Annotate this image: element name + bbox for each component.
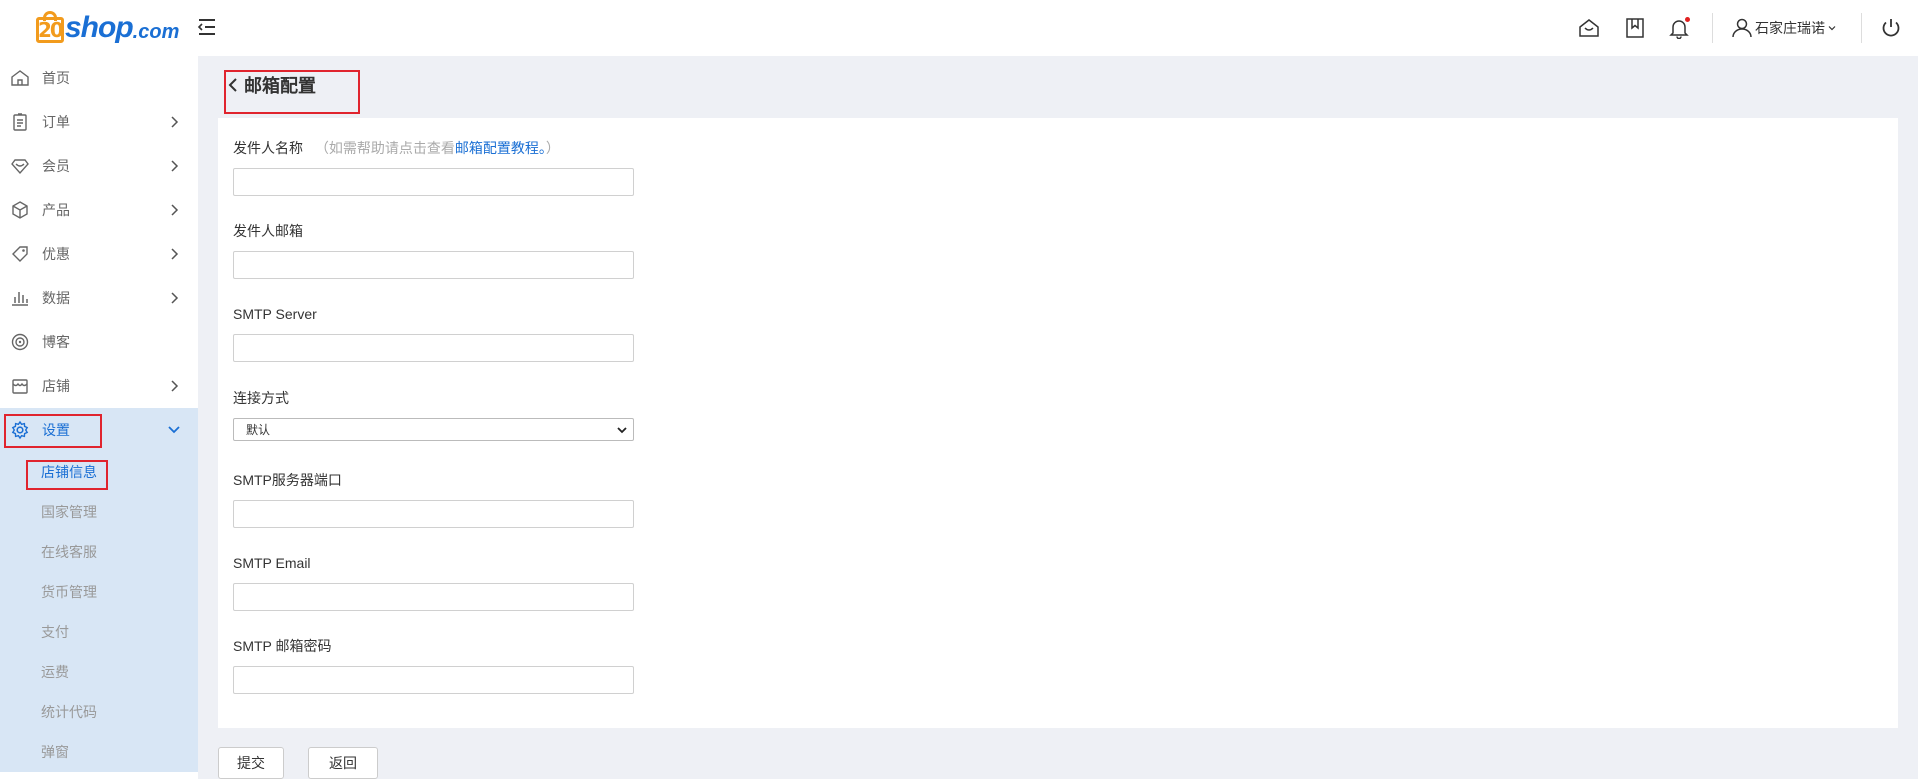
shop-home-icon[interactable] xyxy=(1578,17,1600,39)
bookmark-icon[interactable] xyxy=(1624,17,1646,39)
header-actions: 石家庄瑞诺 xyxy=(1578,0,1918,56)
chevron-down-icon xyxy=(168,426,180,434)
smtp-port-label: SMTP服务器端口 xyxy=(233,472,342,488)
sidebar-item-label: 会员 xyxy=(42,158,70,174)
chevron-right-icon xyxy=(171,160,179,172)
user-name: 石家庄瑞诺 xyxy=(1755,20,1825,36)
smtp-password-row: SMTP 邮箱密码 xyxy=(233,636,332,656)
chevron-right-icon xyxy=(171,292,179,304)
sidebar-item-members[interactable]: 会员 xyxy=(0,144,198,188)
logo-text: shop xyxy=(65,11,134,44)
sender-email-row: 发件人邮箱 xyxy=(233,221,303,241)
header-divider-2 xyxy=(1861,13,1862,43)
page-title[interactable]: 邮箱配置 xyxy=(226,72,316,98)
power-icon[interactable] xyxy=(1880,17,1902,39)
submenu-item-tracking-code[interactable]: 统计代码 xyxy=(0,692,198,732)
logo-suffix: .com xyxy=(132,20,180,43)
header-divider xyxy=(1712,13,1713,43)
member-icon xyxy=(10,156,30,176)
chart-icon xyxy=(10,288,30,308)
back-arrow-icon xyxy=(228,78,237,92)
sidebar-item-store[interactable]: 店铺 xyxy=(0,364,198,408)
sidebar: 首页 订单 会员 产品 优惠 数据 博客 店铺 设置 店铺信息 国家管理 在线客… xyxy=(0,56,198,779)
smtp-email-input[interactable] xyxy=(233,583,634,611)
store-icon xyxy=(10,376,30,396)
sidebar-item-label: 数据 xyxy=(42,290,70,306)
submenu-item-popup[interactable]: 弹窗 xyxy=(0,732,198,772)
logo[interactable]: 20 shop .com xyxy=(36,6,179,50)
connection-label: 连接方式 xyxy=(233,390,289,406)
smtp-password-label: SMTP 邮箱密码 xyxy=(233,638,332,654)
connection-row: 连接方式 xyxy=(233,388,289,408)
sidebar-item-home[interactable]: 首页 xyxy=(0,56,198,100)
sidebar-item-settings[interactable]: 设置 xyxy=(0,408,198,452)
back-button[interactable]: 返回 xyxy=(308,747,378,779)
smtp-server-input[interactable] xyxy=(233,334,634,362)
sidebar-item-data[interactable]: 数据 xyxy=(0,276,198,320)
sidebar-item-label: 设置 xyxy=(42,422,70,438)
top-header: 20 shop .com 石家庄瑞诺 xyxy=(0,0,1918,56)
order-icon xyxy=(10,112,30,132)
sender-email-label: 发件人邮箱 xyxy=(233,223,303,239)
user-icon xyxy=(1732,18,1752,38)
smtp-server-label: SMTP Server xyxy=(233,306,317,322)
chevron-right-icon xyxy=(171,204,179,216)
submenu-item-store-info[interactable]: 店铺信息 xyxy=(0,452,198,492)
help-hint: （如需帮助请点击查看邮箱配置教程。） xyxy=(314,140,560,156)
submenu-item-live-chat[interactable]: 在线客服 xyxy=(0,532,198,572)
gear-icon xyxy=(10,420,30,440)
sidebar-item-promotions[interactable]: 优惠 xyxy=(0,232,198,276)
sender-email-input[interactable] xyxy=(233,251,634,279)
chevron-right-icon xyxy=(171,248,179,260)
submenu-item-countries[interactable]: 国家管理 xyxy=(0,492,198,532)
sender-name-input[interactable] xyxy=(233,168,634,196)
sender-name-label: 发件人名称 xyxy=(233,140,303,156)
settings-submenu: 店铺信息 国家管理 在线客服 货币管理 支付 运费 统计代码 弹窗 xyxy=(0,452,198,772)
sender-name-label-row: 发件人名称 （如需帮助请点击查看邮箱配置教程。） xyxy=(233,138,560,158)
help-link[interactable]: 邮箱配置教程。 xyxy=(455,140,546,156)
email-config-form: 发件人名称 （如需帮助请点击查看邮箱配置教程。） 发件人邮箱 SMTP Serv… xyxy=(218,118,1898,728)
smtp-email-row: SMTP Email xyxy=(233,553,311,573)
sidebar-item-orders[interactable]: 订单 xyxy=(0,100,198,144)
tag-icon xyxy=(10,244,30,264)
logo-bag-icon: 20 xyxy=(36,11,64,45)
page-title-text: 邮箱配置 xyxy=(244,76,316,96)
smtp-server-row: SMTP Server xyxy=(233,304,317,324)
connection-select-value: 默认 xyxy=(246,423,271,437)
home-icon xyxy=(10,68,30,88)
sidebar-item-label: 店铺 xyxy=(42,378,70,394)
sidebar-item-label: 订单 xyxy=(42,114,70,130)
connection-select[interactable]: 默认 xyxy=(233,418,634,441)
chevron-right-icon xyxy=(171,380,179,392)
sidebar-item-label: 首页 xyxy=(42,70,70,86)
smtp-port-row: SMTP服务器端口 xyxy=(233,470,342,490)
submit-button[interactable]: 提交 xyxy=(218,747,284,779)
bell-icon[interactable] xyxy=(1668,17,1690,40)
smtp-port-input[interactable] xyxy=(233,500,634,528)
sidebar-item-label: 博客 xyxy=(42,334,70,350)
sidebar-item-label: 产品 xyxy=(42,202,70,218)
notification-dot xyxy=(1685,17,1690,22)
sidebar-item-blog[interactable]: 博客 xyxy=(0,320,198,364)
user-menu[interactable]: 石家庄瑞诺 xyxy=(1731,17,1839,39)
smtp-email-label: SMTP Email xyxy=(233,555,311,571)
smtp-password-input[interactable] xyxy=(233,666,634,694)
sidebar-item-products[interactable]: 产品 xyxy=(0,188,198,232)
menu-toggle-icon[interactable] xyxy=(196,16,218,38)
blog-icon xyxy=(10,332,30,352)
chevron-down-icon xyxy=(617,427,627,434)
submenu-item-shipping[interactable]: 运费 xyxy=(0,652,198,692)
chevron-down-icon xyxy=(1828,26,1836,31)
submenu-item-payment[interactable]: 支付 xyxy=(0,612,198,652)
submenu-item-currencies[interactable]: 货币管理 xyxy=(0,572,198,612)
chevron-right-icon xyxy=(171,116,179,128)
product-icon xyxy=(10,200,30,220)
sidebar-item-label: 优惠 xyxy=(42,246,70,262)
